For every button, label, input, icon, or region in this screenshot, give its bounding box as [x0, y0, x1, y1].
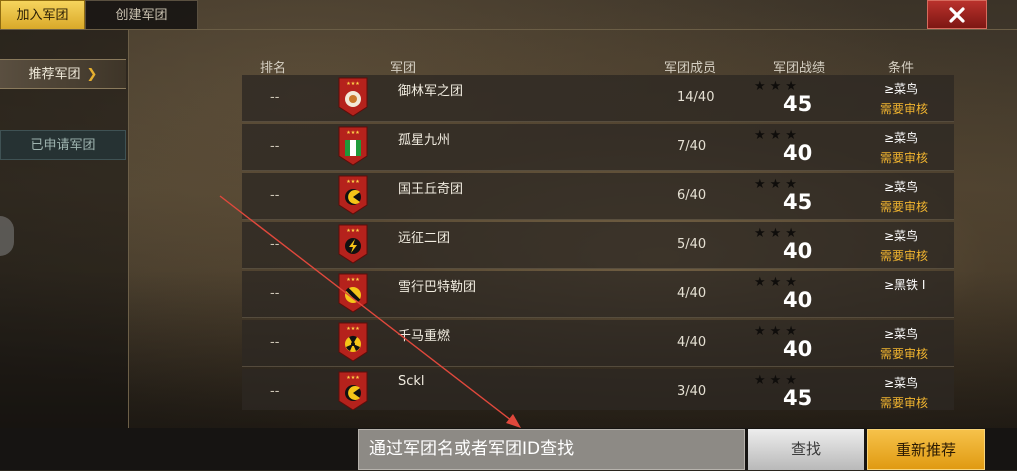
search-input[interactable]: 通过军团名或者军团ID查找 [358, 429, 745, 470]
record-score: 40 [783, 337, 813, 361]
svg-text:★★★: ★★★ [346, 81, 360, 87]
svg-text:★★★: ★★★ [346, 179, 360, 185]
requirement-label: 需要审核 [880, 396, 929, 410]
pacman-emblem-icon: ★★★ [338, 371, 368, 410]
member-count: 4/40 [677, 286, 707, 301]
rank-cell: -- [270, 384, 280, 399]
rank-cell: -- [270, 90, 280, 105]
find-button[interactable]: 查找 [748, 429, 864, 470]
table-row[interactable]: -- ★★★ 御林军之团 14/40 ★★★ 45 ≥菜鸟 需要审核 [242, 75, 954, 122]
member-count: 14/40 [677, 90, 715, 105]
record-score: 45 [783, 190, 813, 214]
member-count: 6/40 [677, 188, 707, 203]
lightning-emblem-icon: ★★★ [338, 224, 368, 264]
condition-cell: ≥菜鸟 [884, 376, 919, 390]
legion-name: 御林军之团 [398, 84, 464, 99]
table-row[interactable]: -- ★★★ 雪行巴特勒团 4/40 ★★★ 40 ≥黑铁 I [242, 271, 954, 318]
pacman-emblem-icon: ★★★ [338, 175, 368, 215]
record-score: 45 [783, 386, 813, 410]
legion-name: 雪行巴特勒团 [398, 280, 477, 295]
rank-cell: -- [270, 139, 280, 154]
condition-cell: ≥黑铁 I [884, 278, 926, 292]
rank-cell: -- [270, 286, 280, 301]
requirement-label: 需要审核 [880, 347, 929, 361]
svg-text:★★★: ★★★ [346, 130, 360, 136]
legion-name: 国王丘奇团 [398, 182, 464, 197]
legion-name: 千马重燃 [398, 329, 451, 344]
condition-cell: ≥菜鸟 [884, 131, 919, 145]
rank-cell: -- [270, 237, 280, 252]
member-count: 5/40 [677, 237, 707, 252]
requirement-label: 需要审核 [880, 249, 929, 263]
condition-cell: ≥菜鸟 [884, 229, 919, 243]
requirement-label: 需要审核 [880, 102, 929, 116]
stripe-emblem-icon: ★★★ [338, 273, 368, 313]
requirement-label: 需要审核 [880, 151, 929, 165]
table-row[interactable]: -- ★★★ 孤星九州 7/40 ★★★ 40 ≥菜鸟 需要审核 [242, 124, 954, 171]
member-count: 3/40 [677, 384, 707, 399]
svg-text:★★★: ★★★ [346, 326, 360, 332]
record-score: 40 [783, 141, 813, 165]
record-score: 40 [783, 239, 813, 263]
refresh-recommend-button[interactable]: 重新推荐 [867, 429, 985, 470]
rank-cell: -- [270, 335, 280, 350]
condition-cell: ≥菜鸟 [884, 180, 919, 194]
condition-cell: ≥菜鸟 [884, 82, 919, 96]
record-score: 45 [783, 92, 813, 116]
legion-list[interactable]: -- ★★★ 御林军之团 14/40 ★★★ 45 ≥菜鸟 需要审核 -- ★★… [0, 0, 1017, 410]
requirement-label: 需要审核 [880, 200, 929, 214]
svg-text:★★★: ★★★ [346, 375, 360, 381]
table-row[interactable]: -- ★★★ 国王丘奇团 6/40 ★★★ 45 ≥菜鸟 需要审核 [242, 173, 954, 220]
lion-emblem-icon: ★★★ [338, 77, 368, 117]
svg-text:★★★: ★★★ [346, 228, 360, 234]
flag-emblem-icon: ★★★ [338, 126, 368, 166]
table-row[interactable]: -- ★★★ 远征二团 5/40 ★★★ 40 ≥菜鸟 需要审核 [242, 222, 954, 269]
radiation-emblem-icon: ★★★ [338, 322, 368, 362]
record-score: 40 [783, 288, 813, 312]
member-count: 4/40 [677, 335, 707, 350]
legion-name: 孤星九州 [398, 133, 451, 148]
svg-text:★★★: ★★★ [346, 277, 360, 283]
member-count: 7/40 [677, 139, 707, 154]
table-row[interactable]: -- ★★★ 千马重燃 4/40 ★★★ 40 ≥菜鸟 需要审核 [242, 320, 954, 367]
legion-name: 远征二团 [398, 231, 451, 246]
table-row[interactable]: -- ★★★ Sckl 3/40 ★★★ 45 ≥菜鸟 需要审核 [242, 369, 954, 410]
legion-name: Sckl [398, 374, 425, 389]
rank-cell: -- [270, 188, 280, 203]
condition-cell: ≥菜鸟 [884, 327, 919, 341]
